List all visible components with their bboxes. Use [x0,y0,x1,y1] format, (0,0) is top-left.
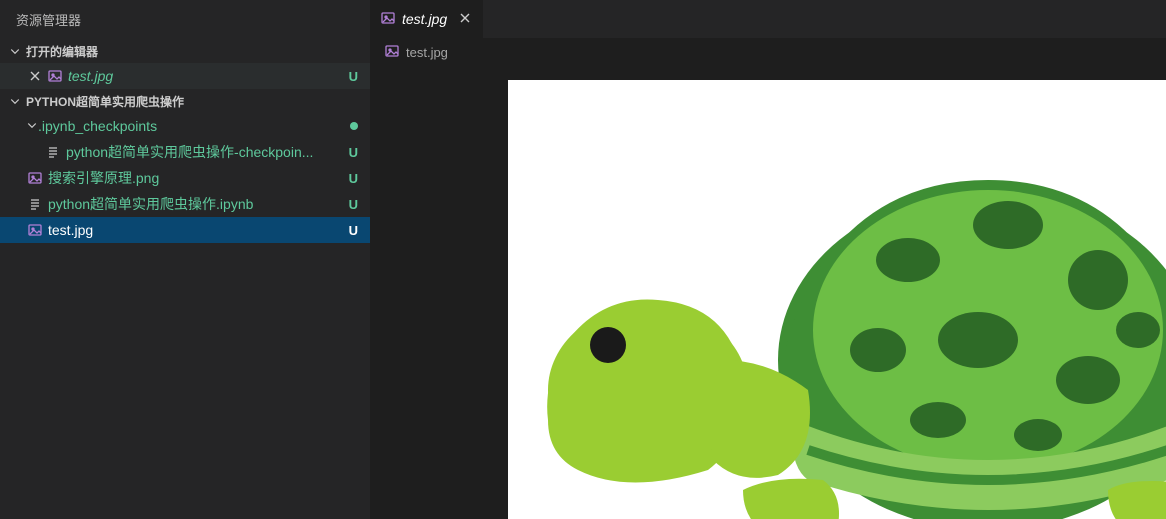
git-status-badge: U [349,197,358,212]
chevron-down-icon [26,118,38,134]
git-status-badge: U [349,69,358,84]
image-file-icon [380,10,396,29]
explorer-sidebar: 资源管理器 打开的编辑器 test.jpg U PYTHON超简单实用爬虫操作 … [0,0,370,519]
file-name: 搜索引擎原理.png [48,168,343,188]
file-item-selected[interactable]: test.jpg U [0,217,370,243]
folder-name: .ipynb_checkpoints [38,118,350,134]
image-file-icon [384,43,400,62]
chevron-down-icon [8,95,22,107]
tab-bar: test.jpg [370,0,1166,38]
file-item[interactable]: 搜索引擎原理.png U [0,165,370,191]
section-workspace-label: PYTHON超简单实用爬虫操作 [26,93,184,110]
image-file-icon [26,222,44,238]
image-file-icon [26,170,44,186]
section-workspace[interactable]: PYTHON超简单实用爬虫操作 [0,89,370,113]
git-status-dot [350,122,358,130]
file-item[interactable]: python超简单实用爬虫操作.ipynb U [0,191,370,217]
file-name: python超简单实用爬虫操作-checkpoin... [66,142,343,162]
close-icon[interactable] [26,68,44,84]
section-open-editors-label: 打开的编辑器 [26,43,98,60]
editor-tab[interactable]: test.jpg [370,0,483,38]
editor-area: test.jpg test.jpg [370,0,1166,519]
chevron-down-icon [8,45,22,57]
image-preview-viewport[interactable] [370,66,1166,519]
git-status-badge: U [349,223,358,238]
git-status-badge: U [349,145,358,160]
image-preview-canvas [508,80,1166,519]
open-editor-filename: test.jpg [68,68,343,84]
tab-close-icon[interactable] [457,10,473,29]
git-status-badge: U [349,171,358,186]
tab-label: test.jpg [402,11,447,27]
open-editor-item[interactable]: test.jpg U [0,63,370,89]
breadcrumb-label: test.jpg [406,45,448,60]
document-file-icon [26,196,44,212]
file-name: python超简单实用爬虫操作.ipynb [48,194,343,214]
document-file-icon [44,144,62,160]
file-item[interactable]: python超简单实用爬虫操作-checkpoin... U [0,139,370,165]
breadcrumb[interactable]: test.jpg [370,38,1166,66]
image-file-icon [46,68,64,84]
file-name: test.jpg [48,222,343,238]
folder-item[interactable]: .ipynb_checkpoints [0,113,370,139]
explorer-title: 资源管理器 [0,0,370,39]
section-open-editors[interactable]: 打开的编辑器 [0,39,370,63]
